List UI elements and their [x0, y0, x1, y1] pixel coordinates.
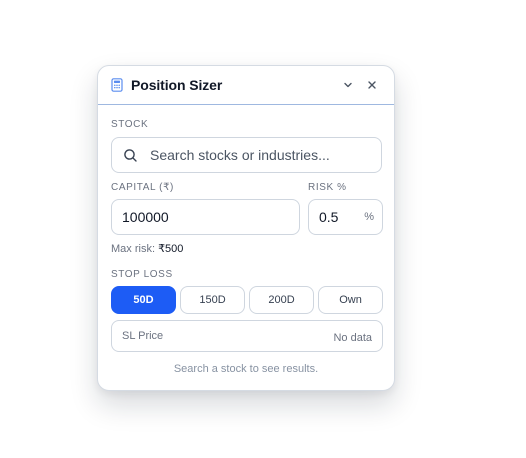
- stock-search-input[interactable]: [150, 147, 370, 163]
- close-icon: [368, 81, 376, 89]
- risk-input[interactable]: [319, 209, 359, 225]
- risk-label: RISK %: [308, 182, 347, 193]
- stock-search[interactable]: [111, 137, 382, 173]
- stop-loss-option-50d[interactable]: 50D: [111, 286, 176, 314]
- results-hint: Search a stock to see results.: [173, 363, 319, 375]
- max-risk-text: Max risk: ₹500: [111, 242, 183, 255]
- capital-input[interactable]: [122, 209, 299, 225]
- sl-price-field[interactable]: SL Price No data: [111, 320, 383, 352]
- search-icon: [123, 148, 138, 163]
- risk-field[interactable]: %: [308, 199, 383, 235]
- chevron-down-icon: [344, 82, 352, 88]
- risk-unit: %: [364, 211, 374, 223]
- panel-header: Position Sizer: [98, 66, 394, 105]
- position-sizer-panel: Position Sizer STOCK CAPITAL (₹) RISK % …: [97, 65, 395, 391]
- stock-label: STOCK: [111, 119, 149, 130]
- stop-loss-option-200d[interactable]: 200D: [249, 286, 314, 314]
- capital-label: CAPITAL (₹): [111, 182, 174, 193]
- stop-loss-label: STOP LOSS: [111, 269, 173, 280]
- stop-loss-option-own[interactable]: Own: [318, 286, 383, 314]
- collapse-button[interactable]: [339, 76, 357, 94]
- max-risk-value: ₹500: [158, 243, 184, 255]
- stop-loss-option-150d[interactable]: 150D: [180, 286, 245, 314]
- close-button[interactable]: [363, 76, 381, 94]
- max-risk-label: Max risk:: [111, 243, 155, 255]
- calculator-icon: [111, 78, 123, 92]
- sl-price-label: SL Price: [122, 330, 164, 342]
- sl-price-value: No data: [333, 332, 372, 344]
- capital-field[interactable]: [111, 199, 300, 235]
- panel-title: Position Sizer: [131, 77, 223, 93]
